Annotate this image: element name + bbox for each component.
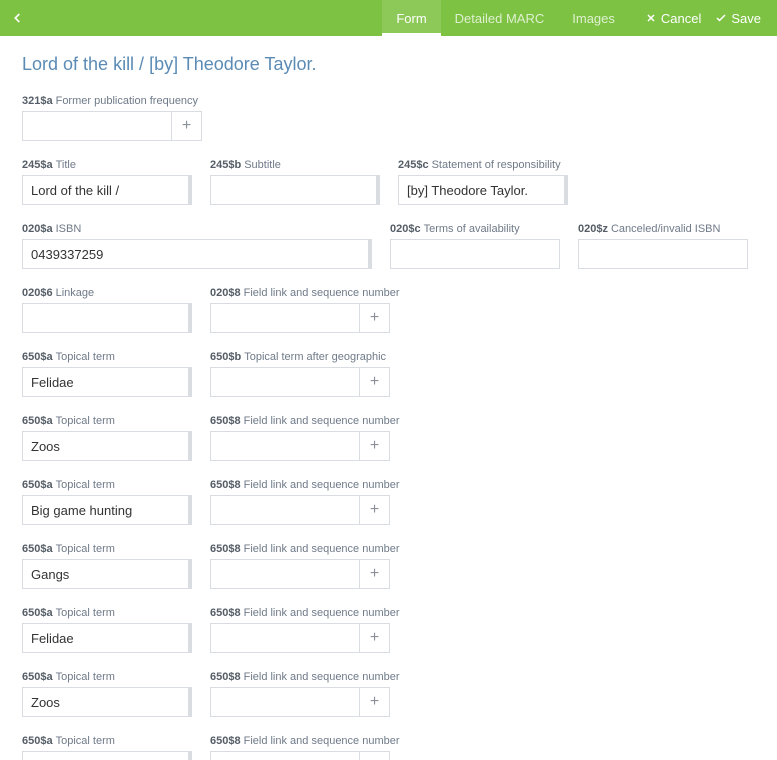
add-0208-button[interactable]: + bbox=[360, 303, 390, 333]
input-245a[interactable] bbox=[22, 175, 192, 205]
field-topical-term-secondary: 650$8Field link and sequence number+ bbox=[210, 415, 400, 461]
add-650-5-button[interactable]: + bbox=[360, 687, 390, 717]
field-topical-term: 650$aTopical term bbox=[22, 543, 192, 589]
field-topical-term: 650$aTopical term bbox=[22, 351, 192, 397]
tab-form[interactable]: Form bbox=[382, 0, 440, 36]
tab-detailed-marc[interactable]: Detailed MARC bbox=[441, 0, 559, 36]
input-650b-1[interactable] bbox=[210, 431, 360, 461]
field-topical-term-secondary: 650$8Field link and sequence number+ bbox=[210, 671, 400, 717]
field-topical-term: 650$aTopical term bbox=[22, 415, 192, 461]
page-title: Lord of the kill / [by] Theodore Taylor. bbox=[22, 54, 755, 75]
input-0208[interactable] bbox=[210, 303, 360, 333]
field-topical-term-secondary: 650$8Field link and sequence number+ bbox=[210, 735, 400, 760]
input-650b-0[interactable] bbox=[210, 367, 360, 397]
cancel-button[interactable]: Cancel bbox=[645, 11, 701, 26]
field-topical-term: 650$aTopical term bbox=[22, 735, 192, 760]
field-topical-term: 650$aTopical term bbox=[22, 479, 192, 525]
input-650a-2[interactable] bbox=[22, 495, 192, 525]
field-topical-term-secondary: 650$8Field link and sequence number+ bbox=[210, 543, 400, 589]
field-topical-term: 650$aTopical term bbox=[22, 671, 192, 717]
save-button[interactable]: Save bbox=[715, 11, 761, 26]
add-650-3-button[interactable]: + bbox=[360, 559, 390, 589]
input-0206[interactable] bbox=[22, 303, 192, 333]
tab-images[interactable]: Images bbox=[558, 0, 629, 36]
input-650b-3[interactable] bbox=[210, 559, 360, 589]
chevron-left-icon bbox=[10, 11, 24, 25]
field-topical-term-secondary: 650$8Field link and sequence number+ bbox=[210, 479, 400, 525]
field-topical-term: 650$aTopical term bbox=[22, 607, 192, 653]
input-650b-5[interactable] bbox=[210, 687, 360, 717]
content-area: Lord of the kill / [by] Theodore Taylor.… bbox=[0, 36, 777, 760]
input-650a-5[interactable] bbox=[22, 687, 192, 717]
field-former-pub-freq: 321$aFormer publication frequency + bbox=[22, 95, 202, 141]
add-650-1-button[interactable]: + bbox=[360, 431, 390, 461]
input-650a-3[interactable] bbox=[22, 559, 192, 589]
back-button[interactable] bbox=[0, 0, 34, 36]
add-650-6-button[interactable]: + bbox=[360, 751, 390, 760]
input-245c[interactable] bbox=[398, 175, 568, 205]
add-321a-button[interactable]: + bbox=[172, 111, 202, 141]
input-650b-4[interactable] bbox=[210, 623, 360, 653]
input-020a[interactable] bbox=[22, 239, 372, 269]
topbar-tabs: Form Detailed MARC Images bbox=[382, 0, 629, 36]
field-field-link-seq-020: 020$8Field link and sequence number + bbox=[210, 287, 400, 333]
input-321a[interactable] bbox=[22, 111, 172, 141]
field-subtitle: 245$bSubtitle bbox=[210, 159, 380, 205]
topbar: Form Detailed MARC Images Cancel Save bbox=[0, 0, 777, 36]
field-terms-availability: 020$cTerms of availability bbox=[390, 223, 560, 269]
input-650a-1[interactable] bbox=[22, 431, 192, 461]
add-650-0-button[interactable]: + bbox=[360, 367, 390, 397]
input-020c[interactable] bbox=[390, 239, 560, 269]
input-650a-0[interactable] bbox=[22, 367, 192, 397]
input-245b[interactable] bbox=[210, 175, 380, 205]
field-title: 245$aTitle bbox=[22, 159, 192, 205]
add-650-4-button[interactable]: + bbox=[360, 623, 390, 653]
close-icon bbox=[645, 12, 657, 24]
field-linkage: 020$6Linkage bbox=[22, 287, 192, 333]
field-isbn: 020$aISBN bbox=[22, 223, 372, 269]
input-650b-2[interactable] bbox=[210, 495, 360, 525]
field-topical-term-secondary: 650$8Field link and sequence number+ bbox=[210, 607, 400, 653]
field-canceled-isbn: 020$zCanceled/invalid ISBN bbox=[578, 223, 748, 269]
check-icon bbox=[715, 12, 727, 24]
add-650-2-button[interactable]: + bbox=[360, 495, 390, 525]
input-650b-6[interactable] bbox=[210, 751, 360, 760]
field-topical-term-secondary: 650$bTopical term after geographic+ bbox=[210, 351, 390, 397]
input-650a-4[interactable] bbox=[22, 623, 192, 653]
field-statement-responsibility: 245$cStatement of responsibility bbox=[398, 159, 568, 205]
input-650a-6[interactable] bbox=[22, 751, 192, 760]
input-020z[interactable] bbox=[578, 239, 748, 269]
